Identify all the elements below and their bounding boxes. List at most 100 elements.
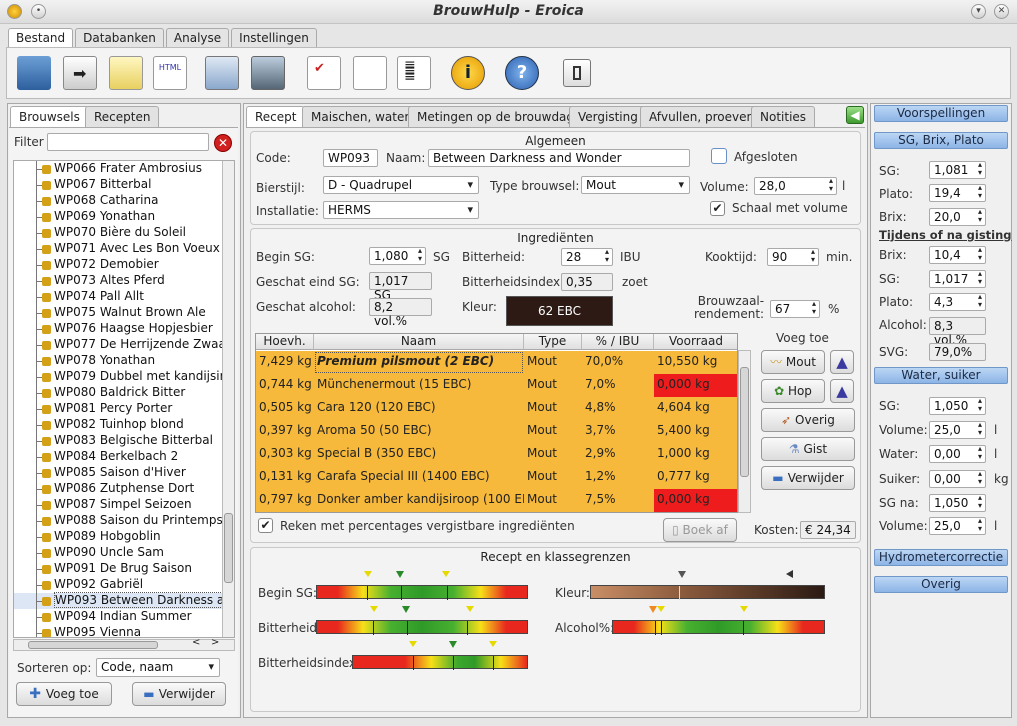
tab-afvullen[interactable]: Afvullen, proeven bbox=[640, 106, 764, 127]
add-hop-button[interactable]: ✿ Hop bbox=[761, 379, 825, 403]
menu-tab-analyse[interactable]: Analyse bbox=[165, 28, 230, 48]
list-item[interactable]: WP095 Vienna bbox=[14, 625, 141, 637]
kooktijd-field[interactable]: 90 bbox=[767, 248, 819, 266]
list-item[interactable]: WP067 Bitterbal bbox=[14, 177, 151, 193]
list-icon[interactable]: ≡ ≡ ≡ bbox=[397, 56, 431, 90]
list-item[interactable]: WP075 Walnut Brown Ale bbox=[14, 305, 206, 321]
w-sg-field[interactable]: 1,050 bbox=[929, 397, 986, 415]
col-voorraad[interactable]: Voorraad bbox=[654, 334, 737, 350]
brix-field[interactable]: 20,0 bbox=[929, 208, 986, 226]
menu-tab-instellingen[interactable]: Instellingen bbox=[231, 28, 317, 48]
list-scrollbar[interactable] bbox=[222, 161, 234, 637]
table-row[interactable]: 0,505 kg Cara 120 (120 EBC) Mout 4,8% 4,604 … bbox=[256, 397, 737, 420]
tab-brouwsels[interactable]: Brouwsels bbox=[10, 106, 89, 127]
hydrometer-header[interactable]: Hydrometercorrectie bbox=[874, 549, 1008, 566]
list-scroll-thumb[interactable] bbox=[224, 513, 233, 583]
list-item[interactable]: WP081 Percy Porter bbox=[14, 401, 172, 417]
list-item[interactable]: WP092 Gabriël bbox=[14, 577, 143, 593]
menu-tab-databanken[interactable]: Databanken bbox=[75, 28, 164, 48]
list-item[interactable]: WP089 Hobgoblin bbox=[14, 529, 161, 545]
remove-brew-button[interactable]: ▬ Verwijder bbox=[132, 682, 226, 706]
wizard-hop-icon[interactable]: ▲ bbox=[830, 379, 854, 403]
list-item[interactable]: WP091 De Brug Saison bbox=[14, 561, 192, 577]
table-scroll-thumb[interactable] bbox=[740, 367, 749, 477]
list-item[interactable]: WP074 Pall Allt bbox=[14, 289, 144, 305]
bitterheid-field[interactable]: 28 bbox=[561, 248, 613, 266]
reken-checkbox[interactable]: ✔ bbox=[258, 518, 273, 533]
list-item[interactable]: WP085 Saison d'Hiver bbox=[14, 465, 186, 481]
plato-field[interactable]: 19,4 bbox=[929, 184, 986, 202]
tab-recepten[interactable]: Recepten bbox=[85, 106, 160, 127]
table-row[interactable]: 0,397 kg Aroma 50 (50 EBC) Mout 3,7% 5,400 k… bbox=[256, 420, 737, 443]
afgesloten-checkbox[interactable] bbox=[711, 148, 727, 164]
add-brew-button[interactable]: ✚ Voeg toe bbox=[16, 682, 112, 706]
tab-recept[interactable]: Recept bbox=[246, 106, 306, 127]
print-icon[interactable] bbox=[109, 56, 143, 90]
rendement-field[interactable]: 67 bbox=[770, 300, 820, 318]
overig-header[interactable]: Overig bbox=[874, 576, 1008, 593]
col-type[interactable]: Type bbox=[524, 334, 582, 350]
list-item[interactable]: WP086 Zutphense Dort bbox=[14, 481, 194, 497]
col-naam[interactable]: Naam bbox=[314, 334, 524, 350]
minimize-icon[interactable]: ▾ bbox=[971, 4, 986, 19]
sort-select[interactable]: Code, naam bbox=[96, 658, 220, 677]
w-sgna-field[interactable]: 1,050 bbox=[929, 494, 986, 512]
checklist-icon[interactable]: ✔ bbox=[307, 56, 341, 90]
tab-metingen[interactable]: Metingen op de brouwdag bbox=[408, 106, 584, 127]
list-item[interactable]: WP077 De Herrijzende Zwaan bbox=[14, 337, 233, 353]
table-row[interactable]: 0,131 kg Carafa Special III (1400 EBC) Mou… bbox=[256, 466, 737, 489]
list-item[interactable]: WP078 Yonathan bbox=[14, 353, 155, 369]
list-item[interactable]: WP083 Belgische Bitterbal bbox=[14, 433, 213, 449]
remove-ingredient-button[interactable]: ▬ Verwijder bbox=[761, 466, 855, 490]
installatie-select[interactable]: HERMS bbox=[323, 201, 479, 219]
back-arrow-icon[interactable]: ◀ bbox=[846, 106, 864, 124]
w-vol-field[interactable]: 25,0 bbox=[929, 421, 986, 439]
naam-field[interactable]: Between Darkness and Wonder bbox=[428, 149, 690, 167]
open-folder-icon[interactable] bbox=[17, 56, 51, 90]
w-water-field[interactable]: 0,00 bbox=[929, 445, 986, 463]
wizard-mout-icon[interactable]: ▲ bbox=[830, 350, 854, 374]
water-suiker-header[interactable]: Water, suiker bbox=[874, 367, 1008, 384]
voorspellingen-button[interactable]: Voorspellingen bbox=[874, 105, 1008, 122]
sg-brix-plato-header[interactable]: SG, Brix, Plato bbox=[874, 132, 1008, 149]
window-icon[interactable] bbox=[563, 59, 591, 87]
list-item[interactable]: WP069 Yonathan bbox=[14, 209, 155, 225]
list-item[interactable]: WP071 Avec Les Bon Voeux bbox=[14, 241, 220, 257]
import-icon[interactable]: ➡ bbox=[63, 56, 97, 90]
list-item[interactable]: WP090 Uncle Sam bbox=[14, 545, 164, 561]
boek-af-button[interactable]: ▯ Boek af bbox=[663, 518, 737, 542]
add-gist-button[interactable]: ⚗ Gist bbox=[761, 437, 855, 461]
begin-sg-field[interactable]: 1,080 bbox=[369, 247, 426, 265]
tab-maischen[interactable]: Maischen, water bbox=[302, 106, 419, 127]
html-icon[interactable]: HTML bbox=[153, 56, 187, 90]
network-icon[interactable] bbox=[251, 56, 285, 90]
list-item[interactable]: WP080 Baldrick Bitter bbox=[14, 385, 185, 401]
clear-filter-icon[interactable]: ✕ bbox=[214, 134, 232, 152]
sg-field[interactable]: 1,081 bbox=[929, 161, 986, 179]
list-item[interactable]: WP088 Saison du Printemps bbox=[14, 513, 223, 529]
list-hscroll-thumb[interactable] bbox=[28, 641, 158, 649]
scroll-left-icon[interactable]: < bbox=[192, 637, 200, 648]
list-item[interactable]: WP068 Catharina bbox=[14, 193, 158, 209]
list-item[interactable]: WP066 Frater Ambrosius bbox=[14, 161, 202, 177]
menu-tab-bestand[interactable]: Bestand bbox=[8, 28, 74, 48]
g-brix-field[interactable]: 10,4 bbox=[929, 246, 986, 264]
volume-field[interactable]: 28,0 bbox=[754, 177, 837, 195]
document-icon[interactable] bbox=[353, 56, 387, 90]
list-item[interactable]: WP072 Demobier bbox=[14, 257, 159, 273]
w-vol2-field[interactable]: 25,0 bbox=[929, 517, 986, 535]
schaal-checkbox[interactable]: ✔ bbox=[710, 201, 725, 216]
col-hoev[interactable]: Hoevh. bbox=[256, 334, 314, 350]
tab-notities[interactable]: Notities bbox=[751, 106, 816, 127]
bierstijl-select[interactable]: D - Quadrupel bbox=[323, 176, 479, 194]
col-pct[interactable]: % / IBU bbox=[582, 334, 654, 350]
list-item[interactable]: WP070 Bière du Soleil bbox=[14, 225, 186, 241]
table-row[interactable]: 0,303 kg Special B (350 EBC) Mout 2,9% 1,000… bbox=[256, 443, 737, 466]
tab-vergisting[interactable]: Vergisting bbox=[569, 106, 647, 127]
g-sg-field[interactable]: 1,017 bbox=[929, 270, 986, 288]
list-item[interactable]: WP084 Berkelbach 2 bbox=[14, 449, 178, 465]
help-icon[interactable]: ? bbox=[505, 56, 539, 90]
w-suiker-field[interactable]: 0,00 bbox=[929, 470, 986, 488]
table-row[interactable]: 7,429 kg Premium pilsmout (2 EBC) Mout 70,0… bbox=[256, 351, 737, 374]
list-item[interactable]: WP093 Between Darkness an bbox=[14, 592, 233, 609]
